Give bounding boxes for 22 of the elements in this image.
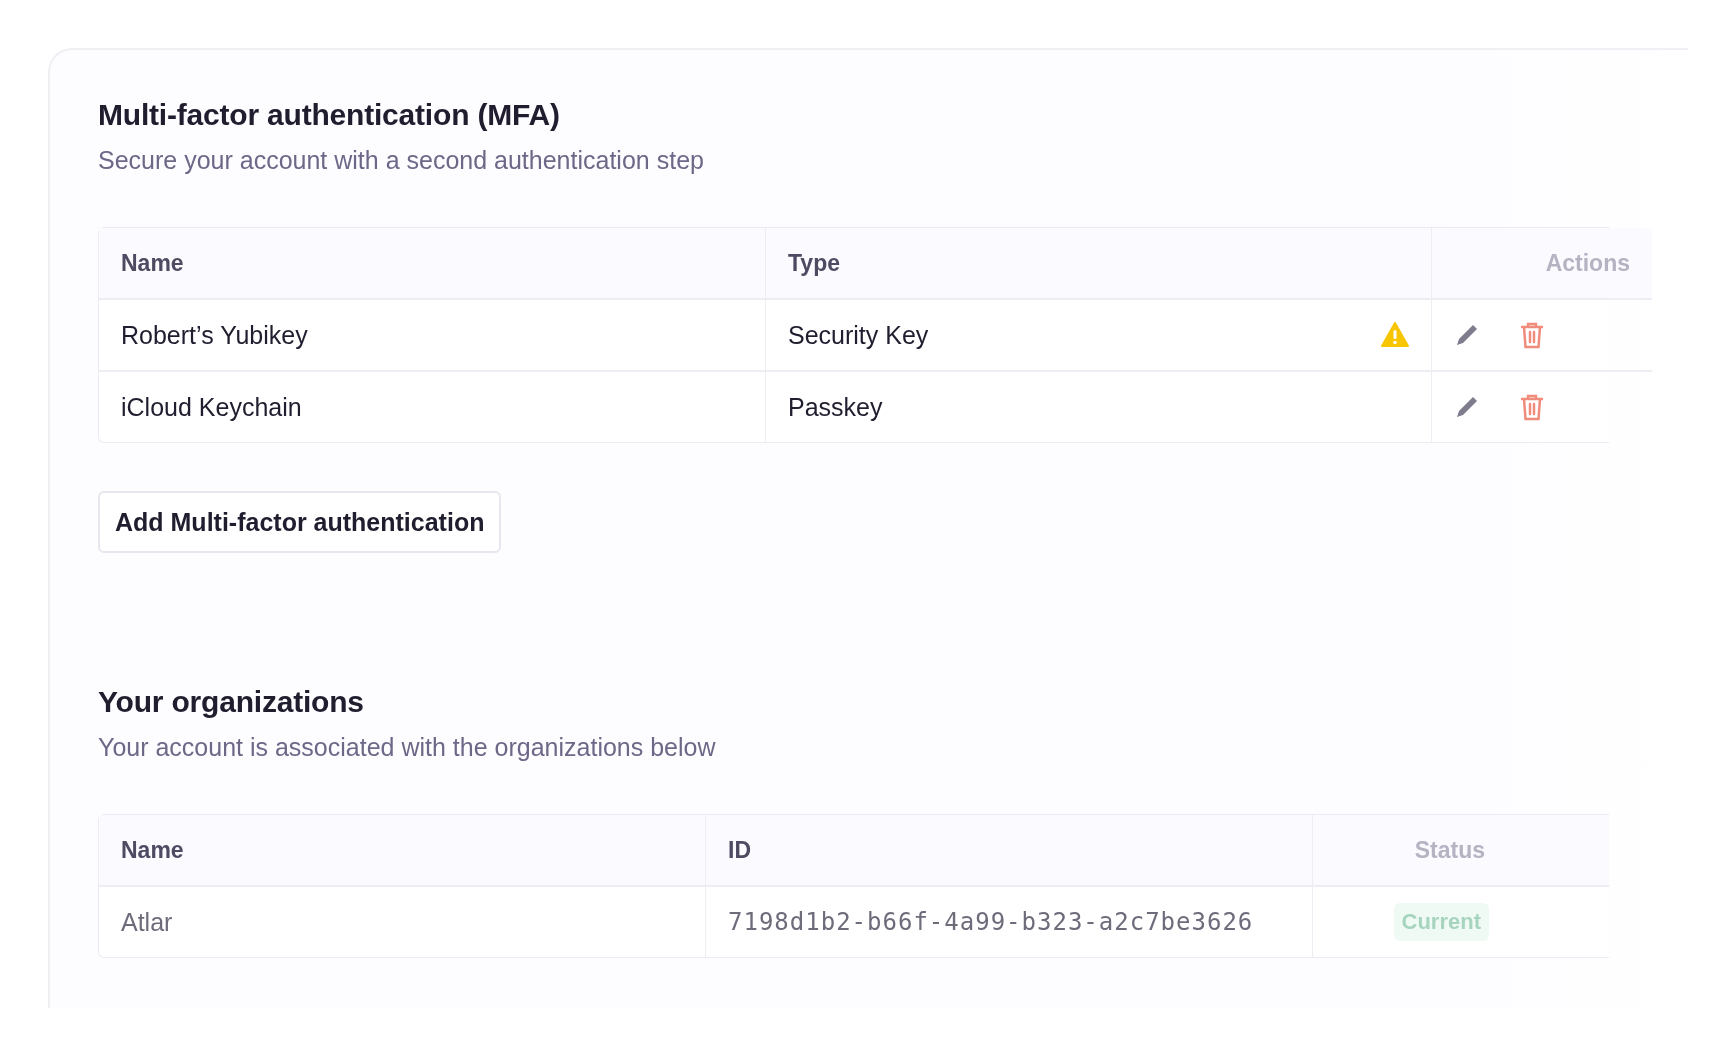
edit-icon[interactable]: [1454, 394, 1480, 420]
edit-icon[interactable]: [1454, 322, 1480, 348]
delete-icon[interactable]: [1520, 321, 1544, 349]
table-cell: Atlar: [121, 907, 173, 937]
section-subtitle: Your account is associated with the organizations below: [98, 733, 717, 762]
section-title: Multi-factor authentication (MFA): [98, 98, 561, 132]
column-header: Status: [1312, 815, 1609, 887]
section-subtitle: Secure your account with a second authentication step: [98, 146, 705, 175]
table-cell: 7198d1b2-b66f-4a99-b323-a2c7be3626: [728, 908, 1254, 936]
table-cell: Passkey: [788, 392, 883, 422]
table-cell: iCloud Keychain: [121, 392, 302, 422]
status-badge: Current: [1393, 903, 1489, 941]
column-header: Actions: [1431, 228, 1652, 300]
table-cell: Robert’s Yubikey: [121, 320, 308, 350]
section-title: Your organizations: [98, 685, 365, 719]
delete-icon[interactable]: [1520, 393, 1544, 421]
column-header: Type: [765, 228, 1431, 300]
column-header: ID: [705, 815, 1312, 887]
column-header: Name: [99, 228, 765, 300]
table-cell: Security Key: [788, 320, 929, 350]
add-mfa-button[interactable]: Add Multi-factor authentication: [98, 491, 502, 553]
column-header: Name: [99, 815, 705, 887]
